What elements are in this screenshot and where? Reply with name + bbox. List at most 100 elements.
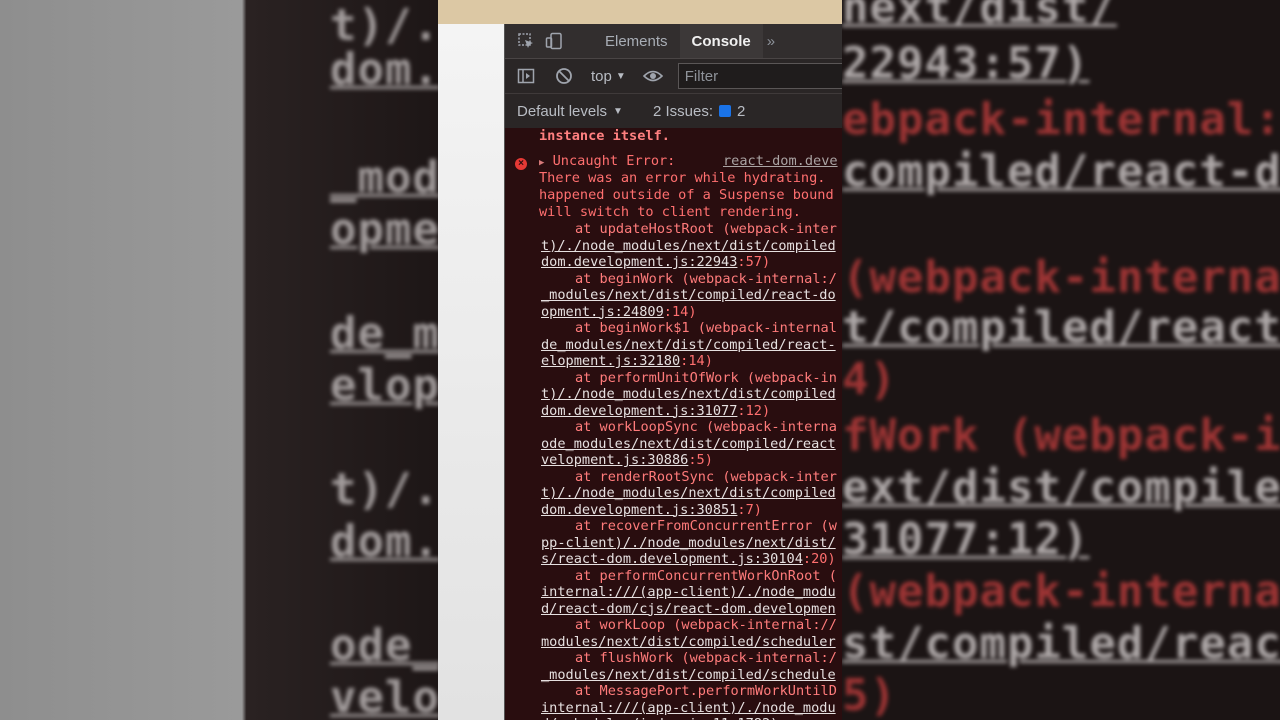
page-content xyxy=(438,24,506,720)
backdrop-text: ode_ xyxy=(330,620,440,671)
stack-frame-link[interactable]: dom.development.js:30851 xyxy=(541,502,737,518)
console-message-tail: instance itself. xyxy=(539,128,670,144)
stack-frame-link[interactable]: d/react-dom/cjs/react-dom.developmen xyxy=(541,601,836,617)
stack-frame-call: at updateHostRoot (webpack-inter xyxy=(575,221,837,237)
backdrop-text: next/dist/ xyxy=(842,0,1117,33)
stack-frame-link[interactable]: )/./node_modules/next/dist/compiled xyxy=(549,238,835,254)
context-selector[interactable]: top ▼ xyxy=(591,68,626,85)
stack-frame-link-prefix[interactable]: t xyxy=(541,238,549,254)
tab-elements[interactable]: Elements xyxy=(593,24,680,58)
stack-frame-location: _modules/next/dist/compiled/schedule xyxy=(541,667,836,684)
stack-frame-link[interactable]: pp-client)/./node_modules/next/dist/ xyxy=(541,535,836,551)
error-message-line: There was an error while hydrating. xyxy=(539,170,826,186)
stack-frame-location: s/react-dom.development.js:30104:20) xyxy=(541,551,836,568)
error-header: ▶ Uncaught Error: xyxy=(539,153,675,172)
device-toolbar-icon[interactable] xyxy=(543,30,565,52)
stack-frame-link[interactable]: ode_modules/next/dist/compiled/react xyxy=(541,436,836,452)
error-icon: × xyxy=(515,158,527,170)
issues-button[interactable]: 2 Issues: 2 xyxy=(653,103,745,120)
stack-frame-position: :14) xyxy=(680,353,713,369)
stack-frame-link-prefix[interactable]: t xyxy=(541,485,549,501)
filter-placeholder: Filter xyxy=(684,67,719,85)
stack-frame-link[interactable]: modules/next/dist/compiled/scheduler xyxy=(541,634,836,650)
tab-console[interactable]: Console xyxy=(679,24,763,58)
console-filter-input[interactable]: Filter xyxy=(677,63,842,89)
stack-frame-location: ode_modules/next/dist/compiled/react xyxy=(541,436,836,453)
stack-frame-location: de_modules/next/dist/compiled/react- xyxy=(541,337,836,354)
eye-icon[interactable] xyxy=(642,65,664,87)
backdrop-left: t)/. dom. _mod opme de_m elop t)/. dom. … xyxy=(0,0,440,720)
stack-frame-link[interactable]: _modules/next/dist/compiled/react-do xyxy=(541,287,836,303)
sidebar-toggle-icon[interactable] xyxy=(515,65,537,87)
backdrop-text: t/compiled/react- xyxy=(842,302,1280,353)
stack-frame-call: at performConcurrentWorkOnRoot ( xyxy=(575,567,837,584)
stack-frame-position: :12) xyxy=(737,402,771,419)
stack-frame-link[interactable]: internal:///(app-client)/./node_modu xyxy=(541,700,836,716)
stack-frame-link-prefix[interactable]: t xyxy=(541,386,549,402)
stack-frame-link[interactable]: opment.js:24809 xyxy=(541,304,664,320)
error-message-line: will switch to client rendering. xyxy=(539,204,801,220)
devtools-tab-bar: Elements Console » xyxy=(505,24,842,59)
stack-frame-call: at MessagePort.performWorkUntilD xyxy=(575,683,837,699)
stack-frame-call: at recoverFromConcurrentError (w xyxy=(575,518,837,534)
backdrop-text: ext/dist/compiled xyxy=(842,462,1280,513)
backdrop-text: de_m xyxy=(330,308,440,359)
console-toolbar: top ▼ Filter xyxy=(505,59,842,94)
stack-frame-location: velopment.js:30886:5) xyxy=(541,452,713,469)
clear-console-icon[interactable] xyxy=(553,65,575,87)
stack-frame-link[interactable]: velopment.js:30886 xyxy=(541,452,688,468)
stack-frame-link[interactable]: )/./node_modules/next/dist/compiled xyxy=(549,485,835,501)
backdrop-right: next/dist/ 22943:57) ebpack-internal:/ c… xyxy=(842,0,1280,720)
devtools-panel: Elements Console » top ▼ Filter Default … xyxy=(504,24,842,720)
stack-frame-location: opment.js:24809:14) xyxy=(541,304,697,321)
stack-frame-link[interactable]: dom.development.js:22943 xyxy=(541,254,737,270)
stack-frame-call: at beginWork (webpack-internal:/ xyxy=(575,270,837,287)
backdrop-text: dom. xyxy=(330,516,440,567)
stack-frame-location: pp-client)/./node_modules/next/dist/ xyxy=(541,535,836,552)
issues-count: 2 xyxy=(736,102,746,120)
stack-frame-location: d/scheduler/index.js:11:1782) xyxy=(541,716,778,720)
stack-frame-call: at workLoopSync (webpack-interna xyxy=(575,419,837,435)
backdrop-text: _mod xyxy=(330,152,440,203)
backdrop-text: elop xyxy=(330,360,440,411)
log-levels-label: Default levels xyxy=(517,102,608,120)
log-levels-dropdown[interactable]: Default levels ▼ xyxy=(517,103,623,120)
backdrop-text: opme xyxy=(330,204,440,255)
console-toolbar-secondary: Default levels ▼ 2 Issues: 2 xyxy=(505,94,842,129)
stack-frame-location: dom.development.js:22943:57) xyxy=(541,254,770,271)
stack-frame-position: :57) xyxy=(737,254,771,270)
stack-frame-location: modules/next/dist/compiled/scheduler xyxy=(541,634,836,651)
stack-frame-location: t)/./node_modules/next/dist/compiled xyxy=(541,386,836,403)
stack-frame-link[interactable]: de_modules/next/dist/compiled/react- xyxy=(541,337,836,353)
stack-frame-location: d/react-dom/cjs/react-dom.developmen xyxy=(541,601,836,618)
stack-frame-location: elopment.js:32180:14) xyxy=(541,353,713,370)
backdrop-text: 5) xyxy=(842,670,897,720)
error-source-link[interactable]: react-dom.deve xyxy=(723,153,838,170)
stack-frame-call: at workLoop (webpack-internal:// xyxy=(575,617,837,633)
stack-frame-location: internal:///(app-client)/./node_modu xyxy=(541,700,836,717)
stack-frame-link[interactable]: dom.development.js:31077 xyxy=(541,403,737,419)
inspect-element-icon[interactable] xyxy=(515,30,537,52)
stack-frame-position: :7) xyxy=(737,501,762,518)
stack-frame-link[interactable]: internal:///(app-client)/./node_modu xyxy=(541,584,836,600)
stack-frame-call: at beginWork$1 (webpack-internal xyxy=(575,320,837,336)
stack-frame-call: at performUnitOfWork (webpack-in xyxy=(575,369,837,386)
backdrop-text: 22943:57) xyxy=(842,38,1090,89)
backdrop-text: velo xyxy=(330,672,440,720)
browser-top-bar xyxy=(438,0,842,24)
backdrop-text: t)/. xyxy=(330,464,440,515)
stack-frame-link[interactable]: elopment.js:32180 xyxy=(541,353,680,369)
stack-frame-position: :20) xyxy=(802,551,836,567)
backdrop-text: 4) xyxy=(842,354,897,405)
stack-frame-link[interactable]: s/react-dom.development.js:30104 xyxy=(541,551,803,567)
backdrop-text: (webpack-internal xyxy=(842,252,1280,303)
expand-triangle-icon[interactable]: ▶ xyxy=(539,158,544,168)
stack-frame-location: dom.development.js:30851:7) xyxy=(541,502,762,519)
dropdown-arrow-icon: ▼ xyxy=(615,70,626,82)
backdrop-text: compiled/react-do xyxy=(842,146,1280,197)
stack-frame-link[interactable]: )/./node_modules/next/dist/compiled xyxy=(549,386,835,402)
stack-frame-link[interactable]: d/scheduler/index.js:11:1782) xyxy=(541,716,778,720)
stack-frame-link[interactable]: _modules/next/dist/compiled/schedule xyxy=(541,667,836,683)
more-tabs-button[interactable]: » xyxy=(767,33,775,50)
browser-screen: Elements Console » top ▼ Filter Default … xyxy=(438,0,842,720)
